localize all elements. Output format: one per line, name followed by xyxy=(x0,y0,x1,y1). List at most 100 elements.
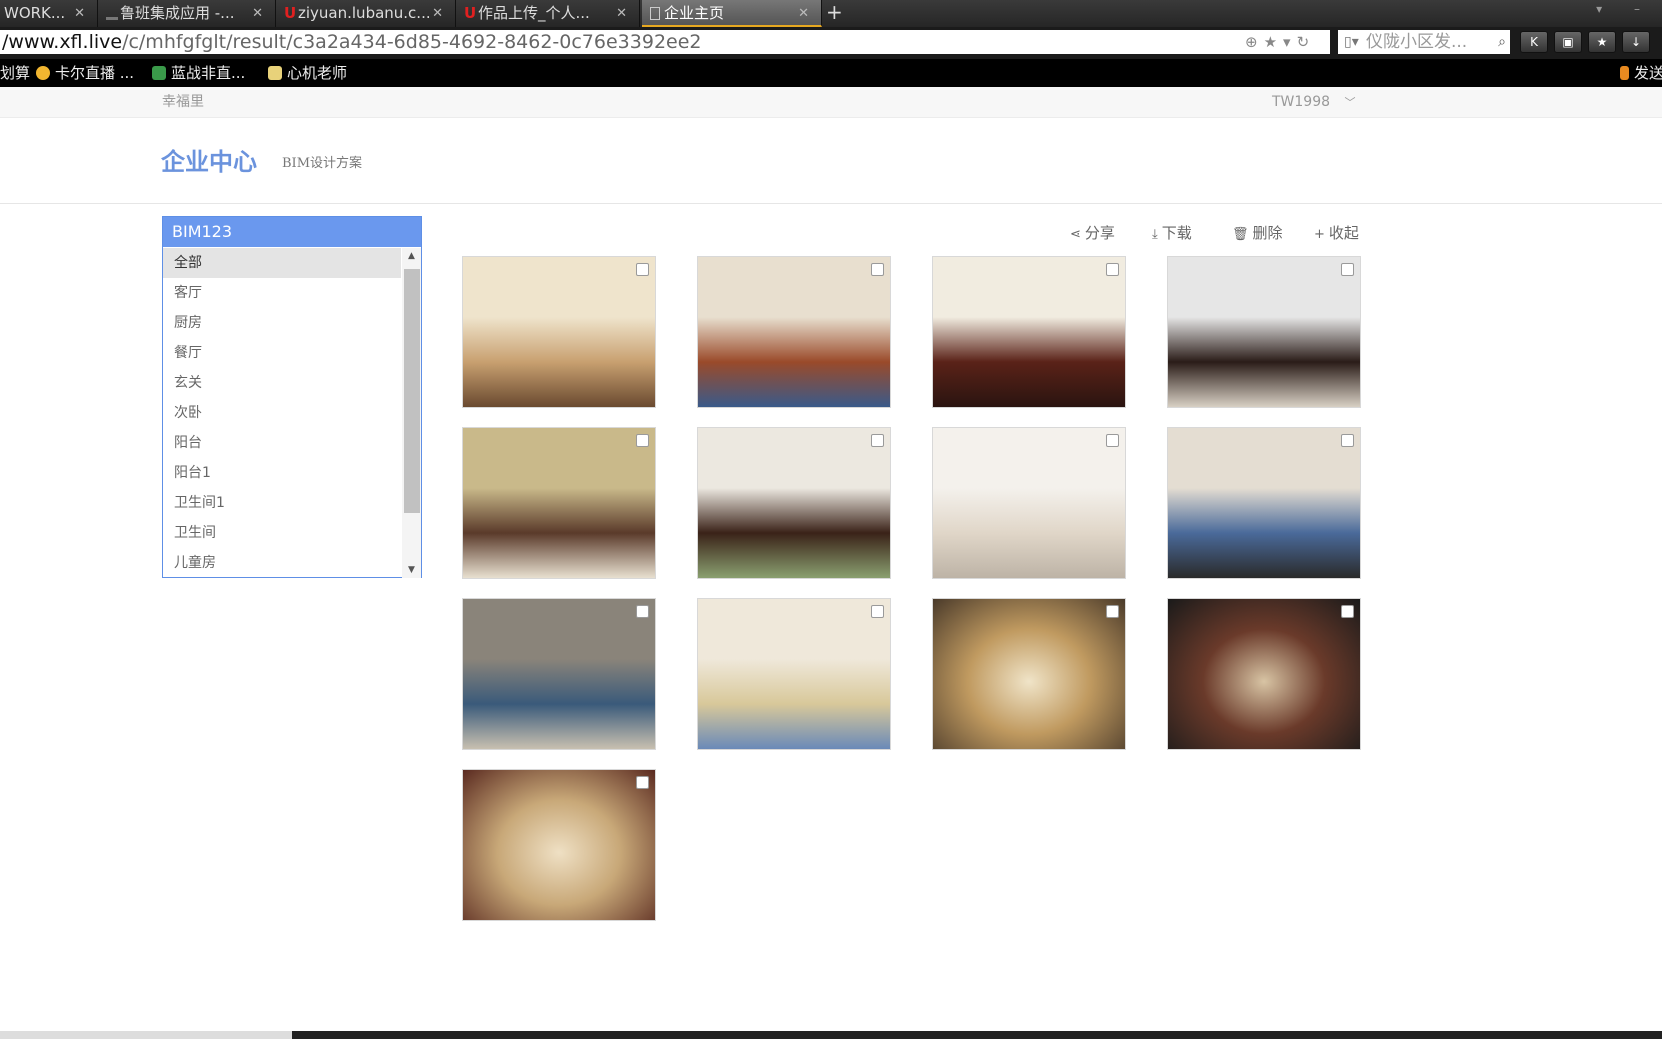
select-checkbox[interactable] xyxy=(1341,263,1354,276)
room-render xyxy=(463,428,655,578)
select-checkbox[interactable] xyxy=(1106,434,1119,447)
page-header: 企业中心 BIM设计方案 xyxy=(0,118,1662,204)
browser-tab[interactable]: WORK... ✕ xyxy=(0,0,98,27)
category-item[interactable]: 客厅 xyxy=(163,278,401,308)
search-placeholder: 仪陇小区发... xyxy=(1366,32,1468,52)
bookmarks-bar: 划算 卡尔直播 ... 蓝战非直... 心机老师 发送 xyxy=(0,59,1662,87)
render-image-balcony[interactable] xyxy=(697,427,891,579)
render-image-kids-room[interactable] xyxy=(697,598,891,750)
render-image-panorama[interactable] xyxy=(462,769,656,921)
bookmark-item[interactable]: 卡尔直播 ... xyxy=(36,59,134,87)
render-image-balcony[interactable] xyxy=(932,427,1126,579)
render-image-bedroom[interactable] xyxy=(462,427,656,579)
category-item[interactable]: 阳台1 xyxy=(163,458,401,488)
username: TW1998 xyxy=(1272,94,1331,110)
download-label: 下载 xyxy=(1161,224,1192,242)
url-path: /c/mhfgfglt/result/c3a2a434-6d85-4692-84… xyxy=(122,31,702,53)
select-checkbox[interactable] xyxy=(1106,263,1119,276)
url-input[interactable]: /www.xfl.live/c/mhfgfglt/result/c3a2a434… xyxy=(0,30,1330,54)
bookmark-item[interactable]: 发送 xyxy=(1620,59,1662,87)
scroll-up-icon[interactable]: ▲ xyxy=(402,248,421,264)
close-icon[interactable]: ✕ xyxy=(798,0,809,25)
close-icon[interactable]: ✕ xyxy=(74,0,85,27)
star-icon[interactable]: ★ xyxy=(1264,33,1283,51)
window-controls[interactable]: ▾ – xyxy=(1596,2,1654,16)
render-image-panorama[interactable] xyxy=(932,598,1126,750)
lock-icon[interactable]: ▣ xyxy=(1554,31,1582,53)
doc-icon: ▯▾ xyxy=(1344,34,1359,50)
new-tab-button[interactable]: + xyxy=(826,0,843,25)
scroll-thumb[interactable] xyxy=(404,269,420,513)
room-render xyxy=(698,599,890,749)
category-item[interactable]: 玄关 xyxy=(163,368,401,398)
select-checkbox[interactable] xyxy=(871,434,884,447)
compat-icon[interactable]: ⊕ xyxy=(1245,33,1264,51)
user-menu[interactable]: TW1998 ﹀ xyxy=(1272,87,1355,118)
bookmark-icon xyxy=(1620,66,1629,80)
room-render xyxy=(933,599,1125,749)
bookmark-item[interactable]: 心机老师 xyxy=(268,59,347,87)
category-item[interactable]: 次卧 xyxy=(163,398,401,428)
project-name[interactable]: BIM123 xyxy=(163,217,421,247)
download-button[interactable]: ⤓ 下载 xyxy=(1152,222,1192,243)
share-button[interactable]: ⋖ 分享 xyxy=(1070,222,1115,243)
delete-button[interactable]: 🗑︎ 删除 xyxy=(1232,222,1283,243)
render-image-dining-room[interactable] xyxy=(932,256,1126,408)
render-image-living-room[interactable] xyxy=(462,256,656,408)
favorites-icon[interactable]: ★ xyxy=(1588,31,1616,53)
tab-label: 鲁班集成应用 -... xyxy=(120,4,235,22)
category-item[interactable]: 儿童房 xyxy=(163,548,401,578)
select-checkbox[interactable] xyxy=(636,263,649,276)
trash-icon: 🗑︎ xyxy=(1232,227,1249,242)
close-icon[interactable]: ✕ xyxy=(252,0,263,27)
room-render xyxy=(1168,428,1360,578)
search-icon[interactable]: ⌕ xyxy=(1498,30,1506,54)
category-item[interactable]: 卫生间1 xyxy=(163,488,401,518)
select-checkbox[interactable] xyxy=(1341,434,1354,447)
status-bar xyxy=(0,1031,1662,1039)
render-image-bathroom[interactable] xyxy=(1167,427,1361,579)
select-checkbox[interactable] xyxy=(1341,605,1354,618)
render-image-kitchen[interactable] xyxy=(697,256,891,408)
bookmark-item[interactable]: 划算 xyxy=(0,59,30,87)
chevron-down-icon[interactable]: ▾ xyxy=(1283,33,1297,51)
u-logo-icon: U xyxy=(464,4,477,22)
category-item[interactable]: 全部 xyxy=(163,248,401,278)
page-title: 企业中心 xyxy=(161,148,257,176)
browser-tab[interactable]: U ziyuan.lubanu.c... ✕ xyxy=(276,0,456,27)
select-checkbox[interactable] xyxy=(636,434,649,447)
k-extension-button[interactable]: K xyxy=(1520,31,1548,53)
scroll-down-icon[interactable]: ▼ xyxy=(402,562,421,578)
category-item[interactable]: 卫生间 xyxy=(163,518,401,548)
community-name[interactable]: 幸福里 xyxy=(162,87,204,118)
select-checkbox[interactable] xyxy=(871,263,884,276)
url-host: /www.xfl.live xyxy=(2,31,123,53)
select-checkbox[interactable] xyxy=(1106,605,1119,618)
room-render xyxy=(933,428,1125,578)
scrollbar[interactable]: ▲ ▼ xyxy=(402,248,421,578)
render-image-panorama[interactable] xyxy=(1167,598,1361,750)
share-icon: ⋖ xyxy=(1070,227,1081,242)
render-image-entrance[interactable] xyxy=(1167,256,1361,408)
refresh-icon[interactable]: ↻ xyxy=(1297,33,1316,51)
browser-tab-bar: WORK... ✕ 鲁班集成应用 -... ✕ U ziyuan.lubanu.… xyxy=(0,0,1662,27)
collapse-button[interactable]: + 收起 xyxy=(1314,222,1359,243)
download-icon[interactable]: ↓ xyxy=(1622,31,1650,53)
bookmark-icon xyxy=(152,66,166,80)
close-icon[interactable]: ✕ xyxy=(616,0,627,27)
category-list[interactable]: 全部 客厅 厨房 餐厅 玄关 次卧 阳台 阳台1 卫生间1 卫生间 儿童房 xyxy=(163,248,401,578)
select-checkbox[interactable] xyxy=(636,605,649,618)
close-icon[interactable]: ✕ xyxy=(432,0,443,27)
browser-tab-active[interactable]: 企业主页 ✕ xyxy=(642,0,822,27)
category-item[interactable]: 阳台 xyxy=(163,428,401,458)
address-bar-icons[interactable]: ⊕★▾↻ xyxy=(1245,30,1315,54)
search-input[interactable]: ▯▾ 仪陇小区发... ⌕ xyxy=(1338,30,1510,54)
bookmark-item[interactable]: 蓝战非直... xyxy=(152,59,245,87)
browser-tab[interactable]: 鲁班集成应用 -... ✕ xyxy=(98,0,276,27)
browser-tab[interactable]: U 作品上传_个人... ✕ xyxy=(456,0,640,27)
render-image-bathroom[interactable] xyxy=(462,598,656,750)
category-item[interactable]: 餐厅 xyxy=(163,338,401,368)
select-checkbox[interactable] xyxy=(636,776,649,789)
category-item[interactable]: 厨房 xyxy=(163,308,401,338)
select-checkbox[interactable] xyxy=(871,605,884,618)
